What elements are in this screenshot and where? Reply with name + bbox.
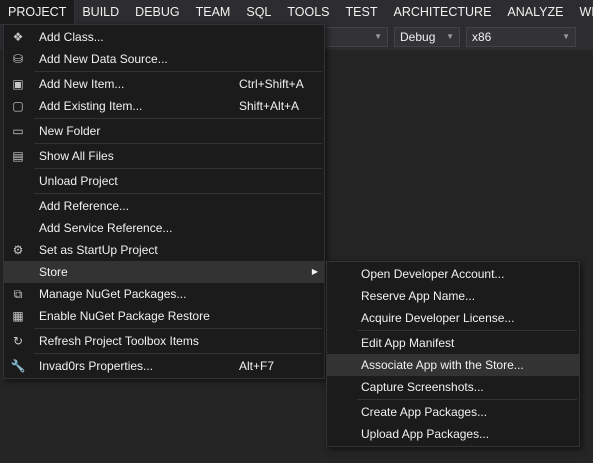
- menu-item-set-startup-project[interactable]: ⚙ Set as StartUp Project: [4, 239, 324, 261]
- menu-item-reserve-app-name[interactable]: Reserve App Name...: [327, 285, 579, 307]
- database-add-icon: ⛁: [12, 52, 24, 66]
- separator: [34, 353, 322, 354]
- menu-item-add-class[interactable]: ❖ Add Class...: [4, 26, 324, 48]
- chevron-right-icon: ▶: [311, 267, 318, 276]
- shortcut-label: Shift+Alt+A: [239, 99, 300, 113]
- menu-item-label: Open Developer Account...: [361, 267, 505, 281]
- menu-item-new-folder[interactable]: ▭ New Folder: [4, 120, 324, 142]
- menu-item-unload-project[interactable]: Unload Project: [4, 170, 324, 192]
- menu-build[interactable]: BUILD: [74, 0, 127, 24]
- menu-item-store[interactable]: Store ▶: [4, 261, 324, 283]
- menu-item-associate-app[interactable]: Associate App with the Store...: [327, 354, 579, 376]
- menu-item-label: Set as StartUp Project: [39, 243, 158, 257]
- menu-test[interactable]: TEST: [338, 0, 386, 24]
- shortcut-label: Ctrl+Shift+A: [239, 77, 304, 91]
- menu-team[interactable]: TEAM: [188, 0, 239, 24]
- separator: [357, 330, 577, 331]
- menu-item-label: Capture Screenshots...: [361, 380, 484, 394]
- menu-item-label: Add New Item...: [39, 77, 125, 91]
- wrench-icon: 🔧: [10, 359, 26, 373]
- menu-item-label: Add Existing Item...: [39, 99, 143, 113]
- menu-item-label: Add New Data Source...: [39, 52, 168, 66]
- menu-item-label: Upload App Packages...: [361, 427, 490, 441]
- menu-item-label: Invad0rs Properties...: [39, 359, 154, 373]
- menu-sql[interactable]: SQL: [238, 0, 279, 24]
- platform-select[interactable]: x86 ▼: [466, 27, 576, 47]
- configuration-select[interactable]: Debug ▼: [394, 27, 460, 47]
- menu-item-label: Store: [39, 265, 68, 279]
- menu-item-add-service-reference[interactable]: Add Service Reference...: [4, 217, 324, 239]
- menu-item-label: Enable NuGet Package Restore: [39, 309, 210, 323]
- menu-item-label: Edit App Manifest: [361, 336, 455, 350]
- menu-item-label: New Folder: [39, 124, 101, 138]
- menu-architecture[interactable]: ARCHITECTURE: [385, 0, 499, 24]
- separator: [34, 118, 322, 119]
- menu-item-label: Create App Packages...: [361, 405, 488, 419]
- menu-item-create-app-packages[interactable]: Create App Packages...: [327, 401, 579, 423]
- menu-item-label: Show All Files: [39, 149, 114, 163]
- chevron-down-icon: ▼: [374, 32, 382, 41]
- menu-item-capture-screenshots[interactable]: Capture Screenshots...: [327, 376, 579, 398]
- gear-icon: ⚙: [12, 243, 24, 257]
- menu-item-manage-nuget[interactable]: ⧉ Manage NuGet Packages...: [4, 283, 324, 305]
- chevron-down-icon: ▼: [446, 32, 454, 41]
- menu-analyze[interactable]: ANALYZE: [499, 0, 571, 24]
- menu-item-edit-app-manifest[interactable]: Edit App Manifest: [327, 332, 579, 354]
- existing-item-icon: ▢: [12, 99, 24, 113]
- separator: [34, 168, 322, 169]
- menu-item-add-existing-item[interactable]: ▢ Add Existing Item... Shift+Alt+A: [4, 95, 324, 117]
- project-menu: ❖ Add Class... ⛁ Add New Data Source... …: [3, 24, 325, 379]
- menu-window[interactable]: WIND: [571, 0, 593, 24]
- refresh-icon: ↻: [12, 334, 24, 348]
- menu-item-open-developer-account[interactable]: Open Developer Account...: [327, 263, 579, 285]
- menu-item-upload-app-packages[interactable]: Upload App Packages...: [327, 423, 579, 445]
- menu-debug[interactable]: DEBUG: [127, 0, 187, 24]
- menu-project[interactable]: PROJECT: [0, 0, 76, 25]
- separator: [34, 71, 322, 72]
- menu-item-label: Add Service Reference...: [39, 221, 173, 235]
- menu-item-label: Reserve App Name...: [361, 289, 476, 303]
- separator: [34, 143, 322, 144]
- chevron-down-icon: ▼: [562, 32, 570, 41]
- class-icon: ❖: [12, 30, 24, 44]
- separator: [34, 328, 322, 329]
- menu-item-properties[interactable]: 🔧 Invad0rs Properties... Alt+F7: [4, 355, 324, 377]
- nuget-icon: ⧉: [13, 287, 23, 301]
- new-item-icon: ▣: [12, 77, 24, 91]
- menu-item-refresh-toolbox[interactable]: ↻ Refresh Project Toolbox Items: [4, 330, 324, 352]
- store-submenu: Open Developer Account... Reserve App Na…: [326, 261, 580, 447]
- shortcut-label: Alt+F7: [239, 359, 275, 373]
- menu-item-show-all-files[interactable]: ▤ Show All Files: [4, 145, 324, 167]
- menu-tools[interactable]: TOOLS: [279, 0, 337, 24]
- folder-icon: ▭: [12, 124, 24, 138]
- menu-item-add-reference[interactable]: Add Reference...: [4, 195, 324, 217]
- menu-item-label: Associate App with the Store...: [361, 358, 524, 372]
- separator: [34, 193, 322, 194]
- menu-item-label: Add Reference...: [39, 199, 130, 213]
- menu-bar: PROJECT BUILD DEBUG TEAM SQL TOOLS TEST …: [0, 0, 593, 25]
- separator: [357, 399, 577, 400]
- menu-item-label: Acquire Developer License...: [361, 311, 515, 325]
- menu-item-label: Add Class...: [39, 30, 104, 44]
- menu-item-enable-nuget-restore[interactable]: ▦ Enable NuGet Package Restore: [4, 305, 324, 327]
- menu-item-add-new-item[interactable]: ▣ Add New Item... Ctrl+Shift+A: [4, 73, 324, 95]
- menu-item-label: Refresh Project Toolbox Items: [39, 334, 199, 348]
- package-restore-icon: ▦: [12, 309, 24, 323]
- show-all-files-icon: ▤: [12, 149, 24, 163]
- configuration-value: Debug: [400, 30, 436, 44]
- menu-item-label: Manage NuGet Packages...: [39, 287, 187, 301]
- menu-item-add-data-source[interactable]: ⛁ Add New Data Source...: [4, 48, 324, 70]
- platform-value: x86: [472, 30, 492, 44]
- menu-item-acquire-developer-license[interactable]: Acquire Developer License...: [327, 307, 579, 329]
- menu-item-label: Unload Project: [39, 174, 118, 188]
